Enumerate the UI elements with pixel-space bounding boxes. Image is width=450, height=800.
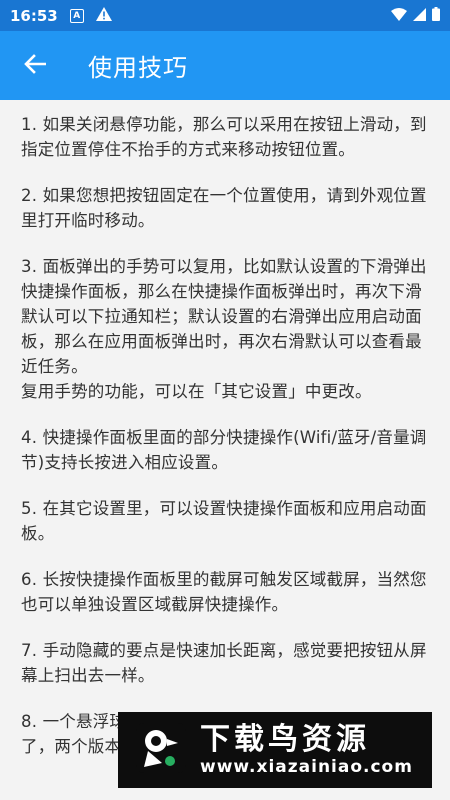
watermark-url: www.xiazainiao.com (200, 757, 413, 777)
tip-text: 2. 如果您想把按钮固定在一个位置使用，请到外观位置里打开临时移动。 (21, 186, 427, 230)
warning-icon (95, 6, 112, 25)
tip-text: 3. 面板弹出的手势可以复用，比如默认设置的下滑弹出快捷操作面板，那么在快捷操作… (21, 257, 427, 376)
tip-text: 6. 长按快捷操作面板里的截屏可触发区域截屏，当然您也可以单独设置区域截屏快捷操… (21, 570, 427, 614)
tip-text: 4. 快捷操作面板里面的部分快捷操作(Wifi/蓝牙/音量调节)支持长按进入相应… (21, 428, 427, 472)
tip-text: 7. 手动隐藏的要点是快速加长距离，感觉要把按钮从屏幕上扫出去一样。 (21, 641, 427, 685)
back-button[interactable] (0, 31, 70, 100)
battery-icon (432, 6, 440, 25)
tip-text: 复用手势的功能，可以在「其它设置」中更改。 (21, 382, 372, 401)
watermark-banner: 下载鸟资源 www.xiazainiao.com (118, 712, 432, 788)
tips-list: 1. 如果关闭悬停功能，那么可以采用在按钮上滑动，到指定位置停住不抬手的方式来移… (0, 100, 450, 800)
tip-text: 1. 如果关闭悬停功能，那么可以采用在按钮上滑动，到指定位置停住不抬手的方式来移… (21, 115, 427, 159)
back-arrow-icon (24, 53, 47, 78)
wifi-icon (391, 7, 407, 25)
page-title: 使用技巧 (88, 54, 188, 82)
tip-item: 1. 如果关闭悬停功能，那么可以采用在按钮上滑动，到指定位置停住不抬手的方式来移… (21, 112, 430, 162)
tip-item: 4. 快捷操作面板里面的部分快捷操作(Wifi/蓝牙/音量调节)支持长按进入相应… (21, 425, 430, 475)
status-time: 16:53 (10, 6, 58, 25)
watermark-name: 下载鸟资源 (200, 722, 370, 757)
tip-item: 5. 在其它设置里，可以设置快捷操作面板和应用启动面板。 (21, 496, 430, 546)
tip-item: 3. 面板弹出的手势可以复用，比如默认设置的下滑弹出快捷操作面板，那么在快捷操作… (21, 254, 430, 404)
app-bar: 使用技巧 (0, 31, 450, 100)
tip-item: 7. 手动隐藏的要点是快速加长距离，感觉要把按钮从屏幕上扫出去一样。 (21, 638, 430, 688)
status-bar: 16:53 A (0, 0, 450, 31)
tip-item: 2. 如果您想把按钮固定在一个位置使用，请到外观位置里打开临时移动。 (21, 183, 430, 233)
cell-signal-icon (413, 7, 426, 25)
tip-text: 5. 在其它设置里，可以设置快捷操作面板和应用启动面板。 (21, 499, 427, 543)
bird-logo-icon (136, 723, 186, 777)
tip-item: 6. 长按快捷操作面板里的截屏可触发区域截屏，当然您也可以单独设置区域截屏快捷操… (21, 567, 430, 617)
notification-a-icon: A (69, 8, 84, 23)
